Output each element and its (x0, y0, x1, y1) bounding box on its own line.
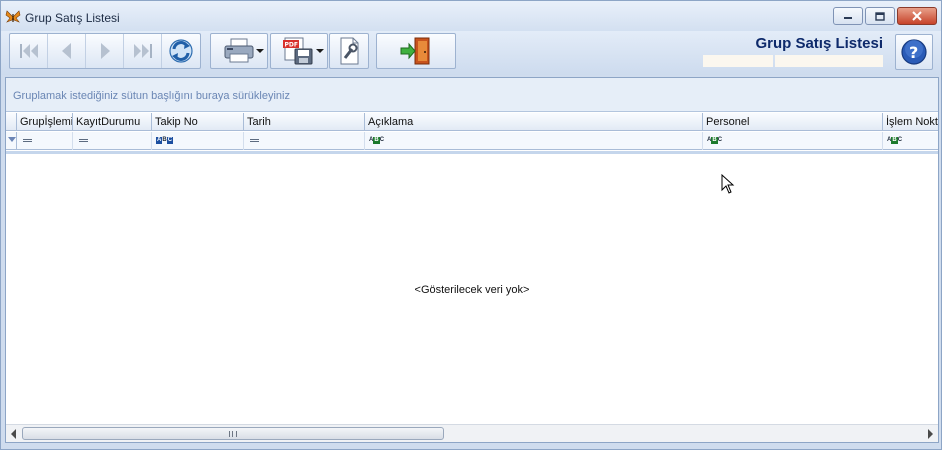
abc-filter-icon: ABC (369, 137, 385, 144)
main-window: Grup Satış Listesi PDF Grup Satış Listes… (0, 0, 942, 450)
filter-cell-personel[interactable]: ABC (703, 132, 883, 150)
equals-icon (79, 139, 88, 142)
row-indicator-header (6, 113, 17, 131)
first-record-button[interactable] (10, 34, 48, 68)
column-header-takip-no[interactable]: Takip No (152, 113, 244, 131)
pdf-save-icon: PDF (283, 37, 313, 65)
no-data-message: <Gösterilecek veri yok> (414, 284, 530, 296)
filter-cell-tarih[interactable] (244, 132, 365, 150)
previous-record-button[interactable] (48, 34, 86, 68)
close-button[interactable] (897, 7, 937, 25)
column-header-row: Grupİşlemi KayıtDurumu Takip No Tarih Aç… (6, 113, 938, 131)
last-icon (133, 44, 152, 58)
filter-cell-grupislemi[interactable] (17, 132, 73, 150)
data-grid: Gruplamak istediğiniz sütun başlığını bu… (5, 77, 939, 443)
title-box-2 (775, 55, 883, 67)
abc-filter-icon: ABC (707, 137, 723, 144)
title-box-1 (703, 55, 773, 67)
export-group: PDF (270, 33, 328, 69)
svg-text:PDF: PDF (285, 42, 298, 49)
exit-group (376, 33, 456, 69)
equals-icon (23, 139, 32, 142)
auto-filter-row: ABC ABC ABC ABC (6, 132, 938, 150)
butterfly-app-icon (5, 10, 21, 23)
previous-icon (61, 43, 71, 59)
column-header-tarih[interactable]: Tarih (244, 113, 365, 131)
export-pdf-button[interactable]: PDF (271, 34, 327, 68)
filter-funnel-icon (8, 137, 16, 142)
column-header-personel[interactable]: Personel (703, 113, 883, 131)
horizontal-scrollbar[interactable] (6, 424, 938, 442)
column-header-grupislemi[interactable]: Grupİşlemi (17, 113, 73, 131)
refresh-icon (169, 39, 193, 63)
title-underline-boxes (703, 55, 883, 67)
print-button[interactable] (211, 34, 267, 68)
first-icon (19, 44, 38, 58)
toolbar: PDF Grup Satış Listesi ? (1, 31, 941, 75)
column-header-kayitdurumu[interactable]: KayıtDurumu (73, 113, 152, 131)
window-controls (833, 7, 937, 25)
scroll-right-icon[interactable] (928, 429, 933, 439)
column-header-islem-noktasi[interactable]: İşlem Noktası (883, 113, 938, 131)
mouse-cursor-icon (721, 174, 735, 194)
filter-cell-takip-no[interactable]: ABC (152, 132, 244, 150)
next-icon (100, 43, 110, 59)
export-dropdown-arrow (316, 49, 324, 53)
abc-filter-icon: ABC (156, 137, 174, 144)
exit-door-icon (400, 37, 430, 65)
window-title: Grup Satış Listesi (25, 11, 120, 25)
minimize-button[interactable] (833, 7, 863, 25)
title-bar: Grup Satış Listesi (1, 1, 941, 31)
wrench-icon (340, 37, 359, 65)
navigation-group (9, 33, 201, 69)
filter-cell-kayitdurumu[interactable] (73, 132, 152, 150)
maximize-button[interactable] (865, 7, 895, 25)
maximize-icon (875, 11, 885, 21)
refresh-button[interactable] (162, 34, 200, 68)
settings-button[interactable] (330, 34, 368, 68)
print-dropdown-arrow (256, 49, 264, 53)
page-title: Grup Satış Listesi (755, 35, 883, 52)
group-by-panel[interactable]: Gruplamak istediğiniz sütun başlığını bu… (6, 78, 938, 112)
print-group (210, 33, 268, 69)
minimize-icon (844, 17, 852, 19)
header-divider (6, 151, 938, 154)
scroll-left-icon[interactable] (11, 429, 16, 439)
last-record-button[interactable] (124, 34, 162, 68)
filter-cell-islem-noktasi[interactable]: ABC (883, 132, 938, 150)
settings-group (329, 33, 369, 69)
exit-button[interactable] (377, 34, 455, 68)
next-record-button[interactable] (86, 34, 124, 68)
equals-icon (250, 139, 259, 142)
column-header-aciklama[interactable]: Açıklama (365, 113, 703, 131)
scrollbar-thumb[interactable] (22, 427, 444, 440)
abc-filter-icon: ABC (887, 137, 903, 144)
filter-indicator-cell (6, 132, 17, 150)
printer-icon (224, 38, 254, 63)
filter-cell-aciklama[interactable]: ABC (365, 132, 703, 150)
close-icon (912, 11, 922, 21)
grip-icon (229, 431, 237, 437)
help-icon: ? (901, 39, 927, 65)
group-by-hint: Gruplamak istediğiniz sütun başlığını bu… (13, 90, 290, 102)
svg-text:?: ? (909, 43, 918, 62)
help-button[interactable]: ? (895, 34, 933, 70)
